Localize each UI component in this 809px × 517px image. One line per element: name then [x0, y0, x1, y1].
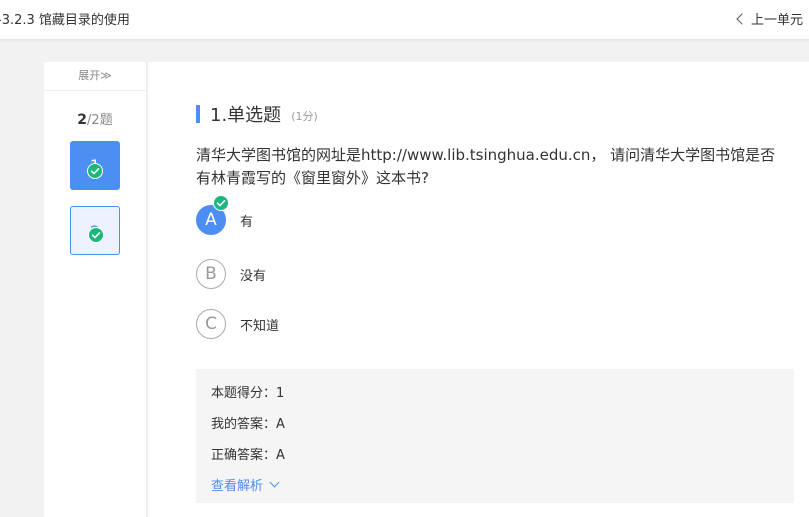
question-card-2[interactable]: 2: [70, 206, 120, 255]
check-circle-icon: [88, 213, 104, 262]
question-card-1[interactable]: 1: [70, 141, 120, 190]
chevron-down-icon: [269, 477, 280, 488]
title-accent-bar: [196, 105, 200, 123]
question-panel: 1.单选题 (1分) 清华大学图书馆的网址是http://www.lib.tsi…: [148, 62, 809, 517]
question-header: 1.单选题 (1分): [196, 101, 318, 127]
my-answer-line: 我的答案：A: [211, 417, 285, 432]
view-analysis-label: 查看解析: [211, 479, 264, 494]
option-c[interactable]: C 不知道: [196, 309, 279, 339]
expand-button[interactable]: 展开≫: [44, 62, 146, 91]
option-letter: C: [196, 309, 226, 339]
question-count-current: 2: [77, 112, 88, 128]
option-text: 不知道: [240, 318, 280, 334]
option-letter: B: [196, 259, 226, 289]
question-nav-sidebar: 展开≫ 2/2题 1 2: [44, 62, 147, 517]
check-circle-icon: [213, 195, 229, 215]
prev-unit-label: 上一单元: [750, 13, 803, 28]
question-count-total: /2题: [87, 113, 113, 128]
top-bar: -3.2.3 馆藏目录的使用 上一单元: [0, 0, 809, 40]
correct-answer-line: 正确答案：A: [211, 448, 285, 463]
unit-title: -3.2.3 馆藏目录的使用: [0, 13, 130, 28]
chevron-left-icon: [736, 13, 748, 25]
score-line: 本题得分：1: [211, 386, 285, 401]
question-title: 1.单选题: [210, 105, 282, 126]
question-count: 2/2题: [44, 109, 146, 128]
option-text: 没有: [240, 268, 267, 284]
result-box: 本题得分：1 我的答案：A 正确答案：A 查看解析: [196, 369, 794, 503]
option-b[interactable]: B 没有: [196, 259, 266, 289]
prev-unit-button[interactable]: 上一单元: [736, 9, 803, 28]
view-analysis-link[interactable]: 查看解析: [211, 475, 280, 494]
option-text: 有: [240, 214, 254, 230]
check-circle-icon: [87, 149, 103, 198]
question-stem: 清华大学图书馆的网址是http://www.lib.tsinghua.edu.c…: [196, 146, 776, 187]
question-score: (1分): [291, 109, 318, 123]
option-a[interactable]: A 有: [196, 195, 254, 235]
